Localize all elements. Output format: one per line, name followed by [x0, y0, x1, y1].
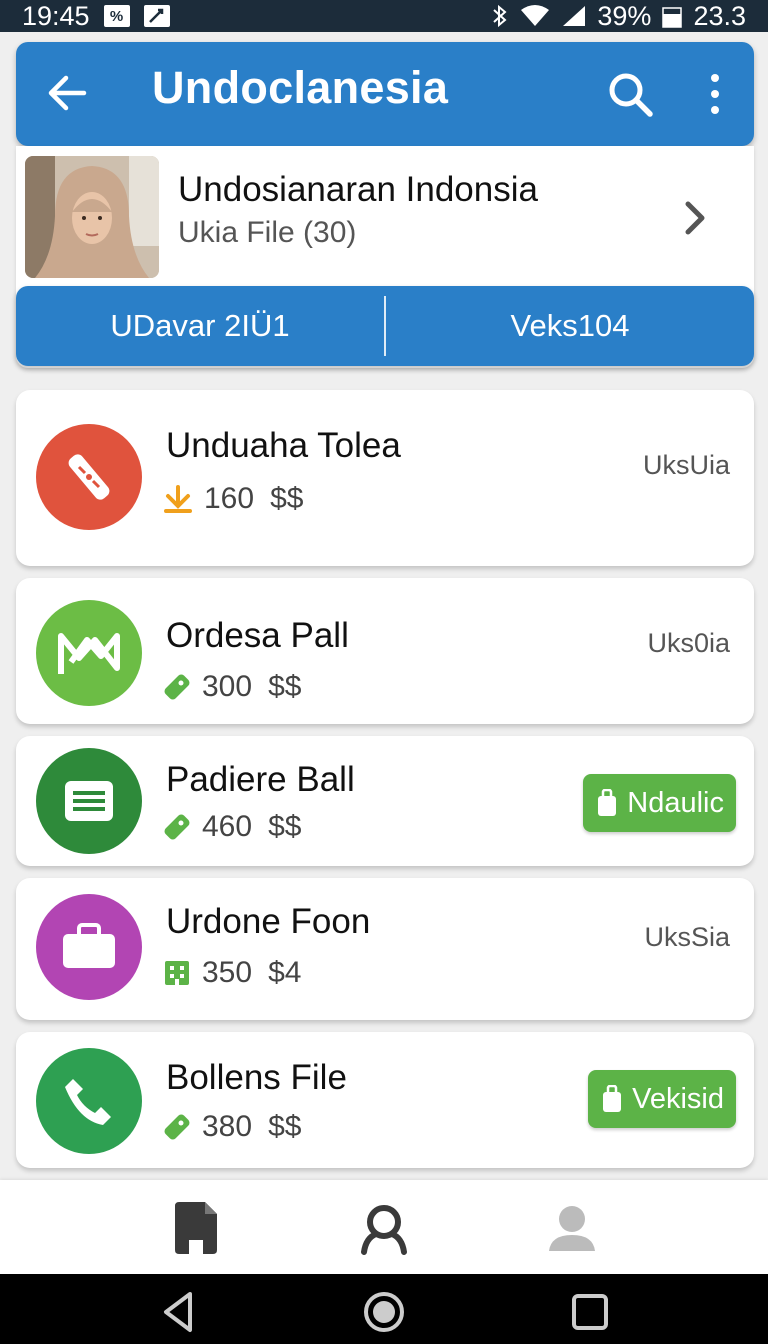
stats-bar: UDavar 2IÜ1 Veks104 [16, 286, 754, 366]
bottom-navigation [0, 1180, 768, 1274]
item-title: Urdone Foon [166, 902, 371, 941]
download-arrow-icon [164, 485, 192, 513]
profile-card[interactable]: Undosianaran Indonsia Ukia File (30) UDa… [16, 146, 754, 368]
item-button-label: Ndaulic [627, 786, 724, 819]
tag-icon [164, 814, 190, 840]
wifi-icon [521, 5, 550, 26]
list-item[interactable]: Padiere Ball 460 $$ Ndaulic [16, 736, 754, 866]
bluetooth-icon [493, 4, 507, 28]
item-action-button[interactable]: Ndaulic [583, 774, 736, 832]
list-item[interactable]: Ordesa Pall 300 $$ Uks0ia [16, 578, 754, 724]
item-value: 160 [204, 482, 255, 515]
list-icon [36, 748, 142, 854]
profile-name: Undosianaran Indonsia [178, 170, 538, 209]
item-value: 350 [202, 956, 253, 989]
bag-icon [598, 789, 617, 816]
status-time: 19:45 [22, 0, 90, 31]
item-meta: 350 $4 [162, 956, 301, 990]
item-meta: 300 $$ [162, 670, 301, 704]
item-value: 460 [202, 810, 253, 843]
item-button-label: Vekisid [632, 1082, 724, 1115]
item-title: Unduaha Tolea [166, 426, 401, 465]
item-price: $$ [270, 482, 304, 515]
status-bar: 19:45 % 39% 23.3 [0, 0, 768, 32]
item-price: $$ [268, 810, 302, 843]
item-value: 300 [202, 670, 253, 703]
nav-profile[interactable] [542, 1198, 602, 1258]
system-navigation-bar [0, 1274, 768, 1344]
avatar [25, 156, 159, 278]
percent-notification-icon: % [103, 5, 130, 27]
search-icon[interactable] [606, 70, 654, 118]
list-item[interactable]: Urdone Foon 350 $4 UksSia [16, 878, 754, 1020]
chevron-right-icon[interactable] [680, 198, 710, 238]
bag-icon [603, 1085, 622, 1112]
back-arrow-icon[interactable] [46, 72, 88, 114]
item-price: $4 [268, 956, 302, 989]
edit-notification-icon [143, 5, 170, 27]
stat-right[interactable]: Veks104 [386, 286, 754, 366]
tag-icon [164, 674, 190, 700]
item-status: UksSia [644, 922, 730, 952]
signal-icon [563, 6, 586, 26]
nav-back-triangle-icon[interactable] [156, 1290, 200, 1334]
item-value: 380 [202, 1110, 253, 1143]
phone-handset-icon [36, 424, 142, 530]
app-bar: Undoclanesia [16, 42, 754, 146]
item-status: UksUia [642, 450, 730, 480]
person-icon [549, 1206, 595, 1251]
item-meta: 460 $$ [162, 810, 301, 844]
item-meta: 160 $$ [162, 482, 303, 516]
item-price: $$ [268, 1110, 302, 1143]
item-meta: 380 $$ [162, 1110, 301, 1144]
stat-left[interactable]: UDavar 2IÜ1 [16, 286, 384, 366]
item-status: Uks0ia [647, 628, 730, 658]
chart-icon [36, 600, 142, 706]
battery-icon [662, 7, 683, 28]
briefcase-icon [36, 894, 142, 1000]
more-vert-icon[interactable] [706, 70, 724, 118]
nav-recents-square-icon[interactable] [568, 1290, 612, 1334]
status-extra: 23.3 [693, 0, 746, 31]
item-price: $$ [268, 670, 302, 703]
tag-icon [164, 1114, 190, 1140]
battery-percent: 39% [597, 0, 652, 31]
item-action-button[interactable]: Vekisid [588, 1070, 736, 1128]
nav-search[interactable] [354, 1198, 414, 1258]
item-title: Padiere Ball [166, 760, 355, 799]
profile-subtitle: Ukia File (30) [178, 216, 357, 249]
list-item[interactable]: Unduaha Tolea 160 $$ UksUia [16, 390, 754, 566]
app-title: Undoclanesia [152, 62, 449, 113]
item-title: Ordesa Pall [166, 616, 349, 655]
phone-icon [36, 1048, 142, 1154]
list-item[interactable]: Bollens File 380 $$ Vekisid [16, 1032, 754, 1168]
nav-files[interactable] [166, 1198, 226, 1258]
nav-home-circle-icon[interactable] [362, 1290, 406, 1334]
building-icon [165, 961, 189, 985]
file-icon [175, 1202, 217, 1254]
item-title: Bollens File [166, 1058, 347, 1097]
search-user-icon [361, 1205, 407, 1255]
